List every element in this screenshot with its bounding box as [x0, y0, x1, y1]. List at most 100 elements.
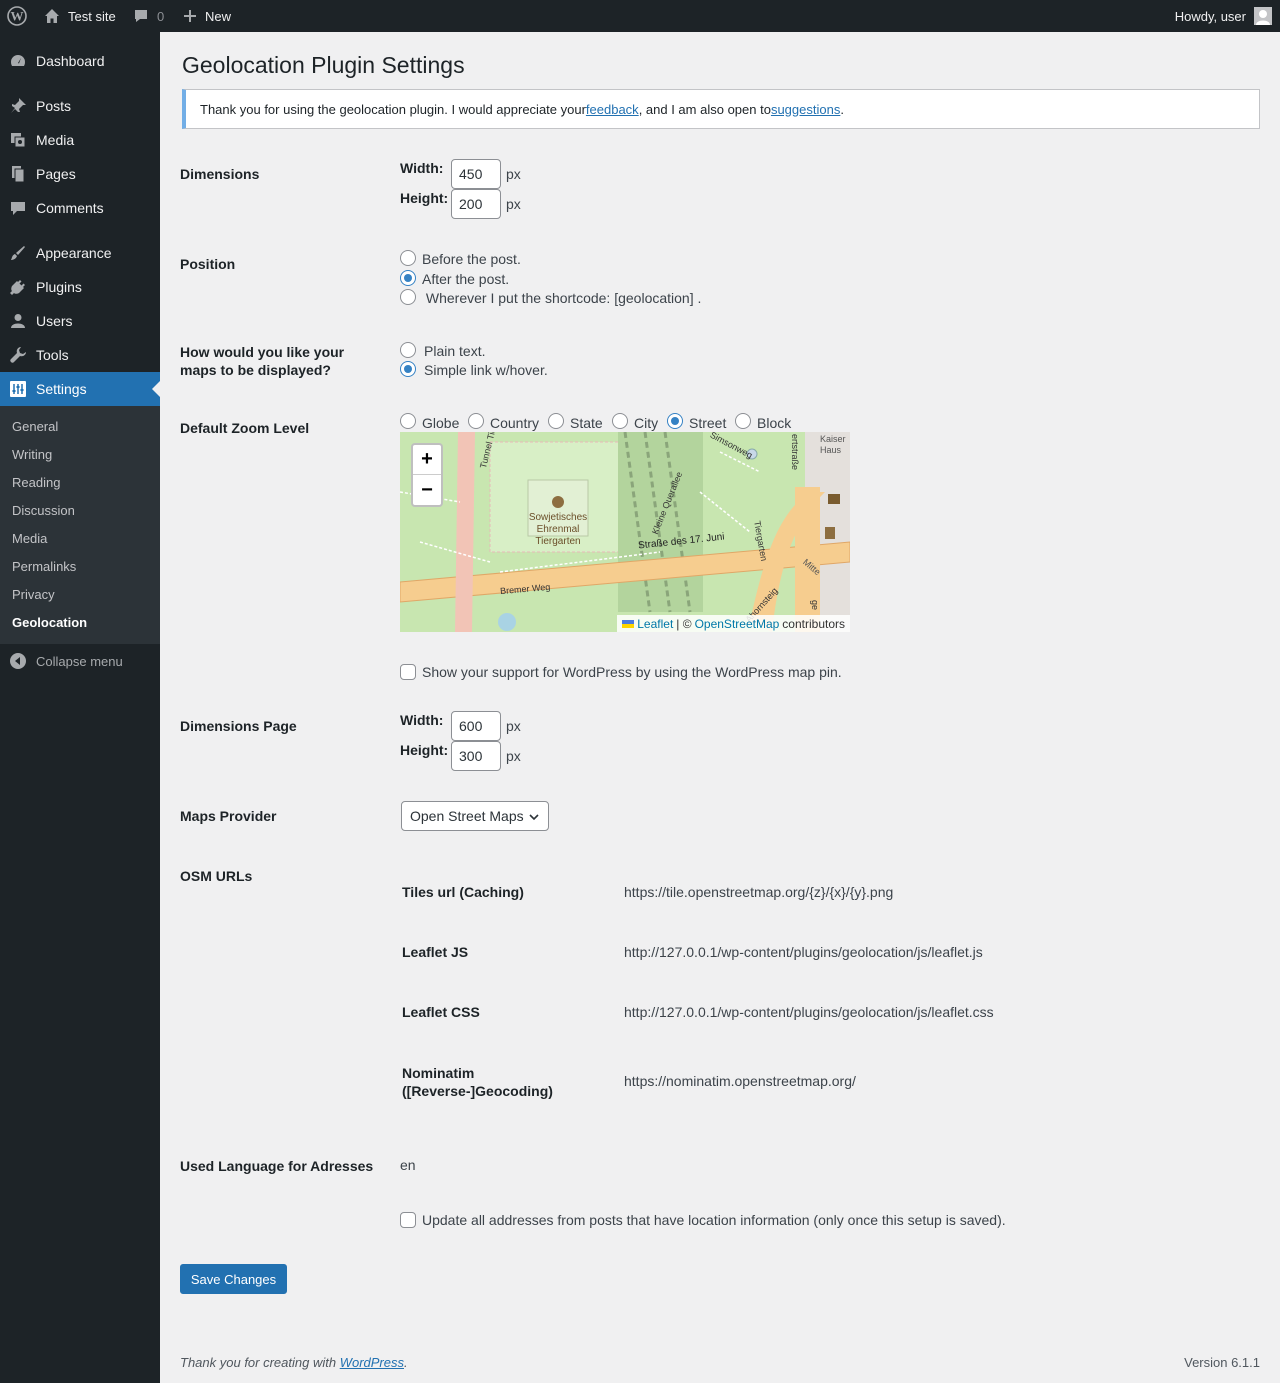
map-preview[interactable]: Tunnel Tiergarten Sowjetisches Ehrenmal …	[400, 432, 850, 632]
width-unit: px	[506, 166, 521, 182]
display-plain-label: Plain text.	[424, 343, 486, 359]
save-changes-button[interactable]: Save Changes	[180, 1264, 287, 1294]
collapse-arrow-icon	[10, 653, 26, 669]
height-input[interactable]	[451, 189, 501, 219]
zoom-street-radio[interactable]	[667, 413, 683, 429]
wordpress-link[interactable]: WordPress	[340, 1355, 404, 1370]
footer-version: Version 6.1.1	[1184, 1355, 1260, 1370]
display-mode-label: How would you like your maps to be displ…	[180, 344, 345, 378]
page-height-input[interactable]	[451, 741, 501, 771]
menu-appearance[interactable]: Appearance	[0, 236, 160, 270]
page-height-unit: px	[506, 748, 521, 764]
plug-icon	[9, 278, 27, 296]
dimensions-label: Dimensions	[180, 166, 260, 182]
page-width-unit: px	[506, 718, 521, 734]
display-hover-label: Simple link w/hover.	[424, 362, 548, 378]
zoom-country-label: Country	[490, 415, 540, 431]
zoom-state-label: State	[570, 415, 603, 431]
width-input[interactable]	[451, 159, 501, 189]
position-shortcode-label: Wherever I put the shortcode: [geolocati…	[422, 290, 702, 306]
submenu-media[interactable]: Media	[12, 531, 47, 546]
menu-comments[interactable]: Comments	[0, 191, 160, 225]
leaflet-link[interactable]: Leaflet	[637, 617, 673, 631]
menu-media[interactable]: Media	[0, 123, 160, 157]
settings-submenu: General Writing Reading Discussion Media…	[0, 406, 160, 644]
submenu-geolocation[interactable]: Geolocation	[12, 615, 87, 630]
comments-count: 0	[157, 8, 165, 24]
support-pin-checkbox[interactable]	[400, 664, 416, 680]
position-label: Position	[180, 256, 236, 272]
submenu-discussion[interactable]: Discussion	[12, 503, 75, 518]
zoom-globe-radio[interactable]	[400, 413, 416, 429]
map-zoom-out-button[interactable]: −	[413, 475, 441, 505]
zoom-city-label: City	[634, 415, 659, 431]
update-addresses-checkbox[interactable]	[400, 1212, 416, 1228]
map-attribution: Leaflet | © OpenStreetMap contributors	[617, 615, 850, 632]
submenu-general[interactable]: General	[12, 419, 58, 434]
svg-text:W: W	[11, 9, 24, 24]
position-shortcode-radio[interactable]	[400, 289, 416, 305]
osm-row-name: Tiles url (Caching)	[402, 884, 524, 900]
menu-posts[interactable]: Posts	[0, 89, 160, 123]
map-zoom-in-button[interactable]: +	[413, 445, 441, 475]
map-zoom-control: + −	[411, 443, 443, 507]
chevron-down-icon	[529, 814, 539, 821]
maps-provider-select[interactable]: Open Street Maps	[401, 801, 549, 831]
suggestions-link[interactable]: suggestions	[771, 102, 840, 117]
dimensions-page-label: Dimensions Page	[180, 718, 297, 734]
zoom-block-label: Block	[757, 415, 792, 431]
comment-bubble-icon	[135, 10, 147, 22]
page-width-label: Width:	[400, 712, 444, 728]
user-icon	[9, 312, 27, 330]
main-content: Geolocation Plugin Settings Thank you fo…	[160, 32, 1280, 1383]
collapse-menu-button[interactable]: Collapse menu	[0, 648, 160, 674]
dashboard-icon	[9, 52, 27, 70]
map-label-strasse: ertstraße	[790, 434, 800, 471]
pages-icon	[9, 165, 27, 183]
menu-tools[interactable]: Tools	[0, 338, 160, 372]
menu-pages[interactable]: Pages	[0, 157, 160, 191]
new-content-link[interactable]: New	[183, 0, 231, 32]
my-account-link[interactable]: Howdy, user	[1175, 0, 1272, 32]
osm-row-name: Nominatim ([Reverse-]Geocoding)	[402, 1065, 553, 1099]
admin-sidebar: Dashboard Posts Media Pages Comments App…	[0, 32, 160, 1383]
submenu-privacy[interactable]: Privacy	[12, 587, 55, 602]
submenu-reading[interactable]: Reading	[12, 475, 60, 490]
zoom-city-radio[interactable]	[612, 413, 628, 429]
menu-settings[interactable]: Settings	[0, 372, 160, 406]
width-label: Width:	[400, 160, 444, 176]
display-plain-radio[interactable]	[400, 342, 416, 358]
position-before-radio[interactable]	[400, 250, 416, 266]
zoom-state-radio[interactable]	[548, 413, 564, 429]
support-pin-label: Show your support for WordPress by using…	[422, 664, 842, 680]
submenu-writing[interactable]: Writing	[12, 447, 52, 462]
feedback-link[interactable]: feedback	[586, 102, 639, 117]
menu-dashboard[interactable]: Dashboard	[0, 44, 160, 78]
height-label: Height:	[400, 190, 449, 206]
wordpress-logo-icon[interactable]: W	[7, 0, 27, 32]
display-hover-radio[interactable]	[400, 361, 416, 377]
map-label-monument: Sowjetisches Ehrenmal Tiergarten	[528, 512, 588, 547]
zoom-country-radio[interactable]	[468, 413, 484, 429]
update-addresses-label: Update all addresses from posts that hav…	[422, 1212, 1006, 1228]
position-after-label: After the post.	[422, 271, 510, 287]
page-width-input[interactable]	[451, 711, 501, 741]
info-notice: Thank you for using the geolocation plug…	[182, 89, 1260, 129]
map-label-ge: ge	[810, 600, 820, 611]
zoom-globe-label: Globe	[422, 415, 460, 431]
openstreetmap-link[interactable]: OpenStreetMap	[695, 617, 780, 631]
site-name-link[interactable]: Test site	[44, 0, 116, 32]
comments-icon	[9, 199, 27, 217]
menu-users[interactable]: Users	[0, 304, 160, 338]
plus-icon	[184, 10, 196, 22]
osm-row-name: Leaflet CSS	[402, 1004, 480, 1020]
osm-row-value: https://nominatim.openstreetmap.org/	[624, 1073, 856, 1089]
media-icon	[9, 131, 27, 149]
position-after-radio[interactable]	[400, 270, 416, 286]
zoom-block-radio[interactable]	[735, 413, 751, 429]
comments-link[interactable]: 0	[133, 0, 164, 32]
submenu-permalinks[interactable]: Permalinks	[12, 559, 76, 574]
admin-bar: W Test site 0 New Howdy, user	[0, 0, 1280, 32]
maps-provider-value: Open Street Maps	[410, 808, 524, 824]
menu-plugins[interactable]: Plugins	[0, 270, 160, 304]
